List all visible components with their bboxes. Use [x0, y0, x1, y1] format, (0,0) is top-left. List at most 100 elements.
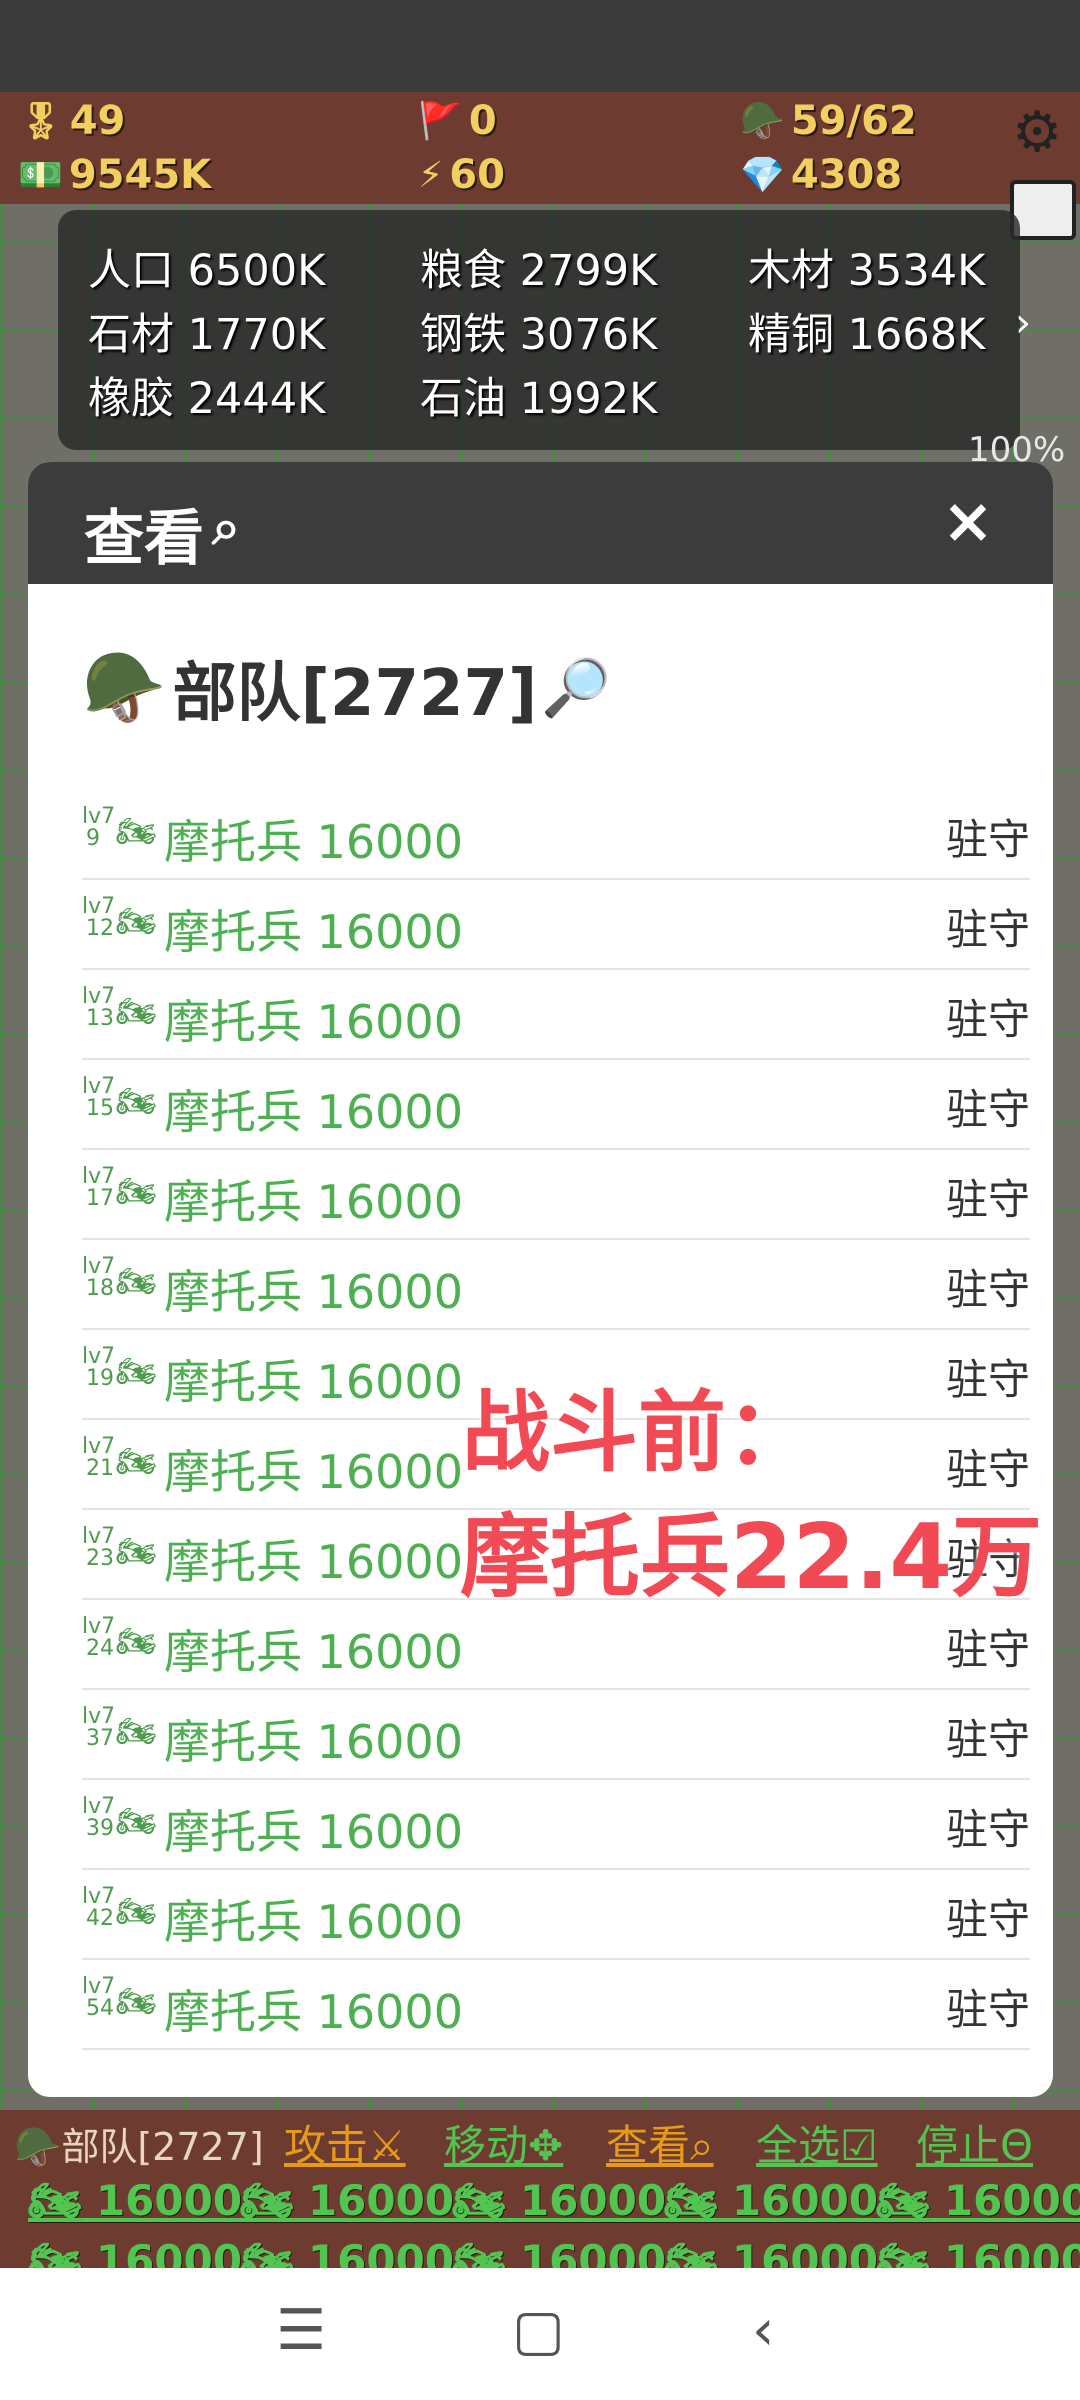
level-badge: lv7 42: [82, 1884, 116, 1931]
unit-label: 摩托兵 16000: [164, 1085, 463, 1139]
troop-chip[interactable]: 🏍 16000: [240, 2176, 454, 2226]
search-icon: ⌕: [212, 498, 240, 556]
level-badge: lv7 37: [82, 1704, 116, 1751]
energy-value: 60: [449, 152, 505, 198]
status-label: 驻守: [945, 1265, 1030, 1314]
troop-row[interactable]: lv7 17 🏍 摩托兵 16000 驻守: [82, 1150, 1030, 1240]
level-badge: lv7 54: [82, 1974, 116, 2021]
close-button[interactable]: ×: [933, 486, 1003, 556]
view-modal: 查看 ⌕ × 🪖 部队[2727] 🔎 lv7 9 🏍 摩托兵 16000 驻守 lv7 1…: [28, 462, 1053, 2097]
troop-row[interactable]: lv7 12 🏍 摩托兵 16000 驻守: [82, 880, 1030, 970]
resource-food: 粮食 2799K: [420, 246, 658, 296]
troop-title: 部队[2727]: [172, 657, 538, 731]
troops-value: 59/62: [790, 98, 917, 144]
resource-population: 人口 6500K: [88, 246, 326, 296]
lightning-icon: ⚡: [418, 154, 444, 196]
unit-label: 摩托兵 16000: [164, 1895, 463, 1949]
troop-row[interactable]: lv7 9 🏍 摩托兵 16000 驻守: [82, 790, 1030, 880]
status-label: 驻守: [945, 1625, 1030, 1674]
motorcycle-icon: 🏍: [240, 2176, 294, 2225]
back-icon[interactable]: ‹: [752, 2298, 774, 2363]
level-badge: lv7 12: [82, 894, 116, 941]
motorcycle-icon: 🏍: [116, 1982, 157, 2020]
level-badge: lv7 23: [82, 1524, 116, 1571]
level-badge: lv7 17: [82, 1164, 116, 1211]
settings-gear-icon[interactable]: ⚙: [1012, 100, 1062, 165]
motorcycle-icon: 🏍: [116, 1442, 157, 1480]
attack-button[interactable]: 攻击⚔: [284, 2112, 406, 2173]
diamond-icon: 💎: [740, 155, 785, 196]
helmet-icon: 🪖: [740, 101, 785, 142]
troop-row[interactable]: lv7 39 🏍 摩托兵 16000 驻守: [82, 1780, 1030, 1870]
troop-chip[interactable]: 🏍 16000: [664, 2176, 878, 2226]
unit-label: 摩托兵 16000: [164, 1175, 463, 1229]
status-label: 驻守: [945, 1355, 1030, 1404]
overlay-motorcycle-total: 摩托兵22.4万: [460, 1505, 1043, 1610]
status-bar: [0, 0, 1080, 92]
money-value: 9545K: [68, 152, 212, 198]
motorcycle-icon: 🏍: [876, 2176, 930, 2225]
level-badge: lv7 15: [82, 1074, 116, 1121]
resource-wood: 木材 3534K: [748, 246, 986, 296]
medal-value: 49: [69, 98, 126, 144]
stat-money: 💵 9545K: [18, 152, 211, 198]
overlay-before-battle: 战斗前：: [462, 1381, 815, 1484]
helmet-icon: 🪖: [14, 2125, 62, 2169]
select-all-button[interactable]: 全选☑: [756, 2112, 878, 2173]
resource-rubber: 橡胶 2444K: [88, 374, 326, 424]
unit-label: 摩托兵 16000: [164, 1265, 463, 1319]
command-troop-label: 🪖部队[2727]: [14, 2125, 264, 2169]
troop-row[interactable]: lv7 15 🏍 摩托兵 16000 驻守: [82, 1060, 1030, 1150]
motorcycle-icon: 🏍: [116, 902, 157, 940]
stop-button[interactable]: 停止Θ: [916, 2112, 1033, 2173]
unit-label: 摩托兵 16000: [164, 905, 463, 959]
stat-medal: 🎖 49: [18, 98, 125, 144]
home-icon[interactable]: ▢: [512, 2298, 565, 2363]
unit-label: 摩托兵 16000: [164, 1985, 463, 2039]
motorcycle-icon: 🏍: [116, 1712, 157, 1750]
flag-value: 0: [468, 98, 497, 144]
stat-flag: 🚩 0: [418, 98, 497, 144]
status-label: 驻守: [945, 815, 1030, 864]
unit-label: 摩托兵 16000: [164, 1445, 463, 1499]
level-badge: lv7 9: [82, 804, 116, 851]
status-label: 驻守: [945, 1895, 1030, 1944]
level-badge: lv7 13: [82, 984, 116, 1031]
troop-row[interactable]: lv7 42 🏍 摩托兵 16000 驻守: [82, 1870, 1030, 1960]
level-badge: lv7 24: [82, 1614, 116, 1661]
motorcycle-icon: 🏍: [116, 1802, 157, 1840]
unit-label: 摩托兵 16000: [164, 1715, 463, 1769]
troop-row[interactable]: lv7 13 🏍 摩托兵 16000 驻守: [82, 970, 1030, 1060]
troop-row[interactable]: lv7 18 🏍 摩托兵 16000 驻守: [82, 1240, 1030, 1330]
status-label: 驻守: [945, 1805, 1030, 1854]
troop-row[interactable]: lv7 37 🏍 摩托兵 16000 驻守: [82, 1690, 1030, 1780]
move-button[interactable]: 移动✥: [444, 2112, 563, 2173]
troop-row[interactable]: lv7 54 🏍 摩托兵 16000 驻守: [82, 1960, 1030, 2050]
medal-icon: 🎖: [18, 101, 64, 142]
motorcycle-icon: 🏍: [116, 992, 157, 1030]
motorcycle-icon: 🏍: [116, 1532, 157, 1570]
motorcycle-icon: 🏍: [116, 812, 157, 850]
flag-icon: 🚩: [418, 101, 463, 142]
modal-header: 查看 ⌕ ×: [28, 462, 1053, 584]
unit-label: 摩托兵 16000: [164, 1355, 463, 1409]
troop-heading: 🪖 部队[2727] 🔎: [82, 642, 611, 734]
modal-title: 查看: [84, 504, 204, 574]
troop-chip[interactable]: 🏍 16000: [452, 2176, 666, 2226]
troop-chip[interactable]: 🏍 16000: [876, 2176, 1080, 2226]
navigation-bar: ☰ ▢ ‹: [0, 2268, 1080, 2400]
view-button[interactable]: 查看⌕: [606, 2112, 714, 2173]
status-label: 驻守: [945, 1985, 1030, 2034]
stat-troops: 🪖 59/62: [740, 98, 917, 144]
motorcycle-icon: 🏍: [664, 2176, 718, 2225]
status-label: 驻守: [945, 1715, 1030, 1764]
magnifier-icon[interactable]: 🔎: [541, 655, 611, 721]
level-badge: lv7 39: [82, 1794, 116, 1841]
level-badge: lv7 21: [82, 1434, 116, 1481]
menu-icon[interactable]: ☰: [276, 2298, 326, 2363]
motorcycle-icon: 🏍: [116, 1082, 157, 1120]
troop-chip[interactable]: 🏍 16000: [28, 2176, 242, 2226]
level-badge: lv7 19: [82, 1344, 116, 1391]
chevron-right-icon[interactable]: ›: [1015, 300, 1031, 346]
motorcycle-icon: 🏍: [116, 1262, 157, 1300]
